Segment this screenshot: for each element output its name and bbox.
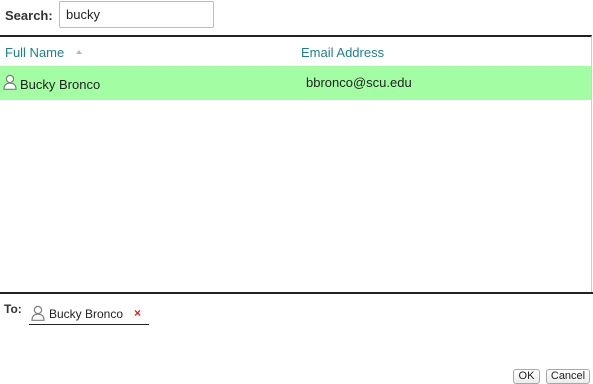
recipients-area: To: Bucky Bronco × OK Cancel xyxy=(0,292,593,384)
search-bar: Search: xyxy=(0,0,593,35)
sort-ascending-icon[interactable] xyxy=(76,50,82,54)
email-cell: bbronco@scu.edu xyxy=(306,75,412,90)
remove-recipient-icon[interactable]: × xyxy=(134,307,141,319)
recipient-chip: Bucky Bronco × xyxy=(29,304,149,325)
cancel-button[interactable]: Cancel xyxy=(546,369,590,384)
results-table: Full Name Email Address Bucky Bronco bbr… xyxy=(0,35,592,292)
table-row[interactable]: Bucky Bronco bbronco@scu.edu xyxy=(0,66,591,100)
column-header-email-address[interactable]: Email Address xyxy=(301,45,384,60)
person-icon xyxy=(31,305,45,326)
person-icon xyxy=(3,74,17,95)
full-name-cell: Bucky Bronco xyxy=(20,77,101,92)
user-picker-dialog: Search: Full Name Email Address Bucky Br… xyxy=(0,0,593,384)
column-header-full-name[interactable]: Full Name xyxy=(5,45,64,60)
to-label: To: xyxy=(4,302,22,316)
recipient-name: Bucky Bronco xyxy=(49,307,124,321)
search-label: Search: xyxy=(5,8,53,23)
search-input[interactable] xyxy=(59,1,214,28)
ok-button[interactable]: OK xyxy=(513,369,540,384)
